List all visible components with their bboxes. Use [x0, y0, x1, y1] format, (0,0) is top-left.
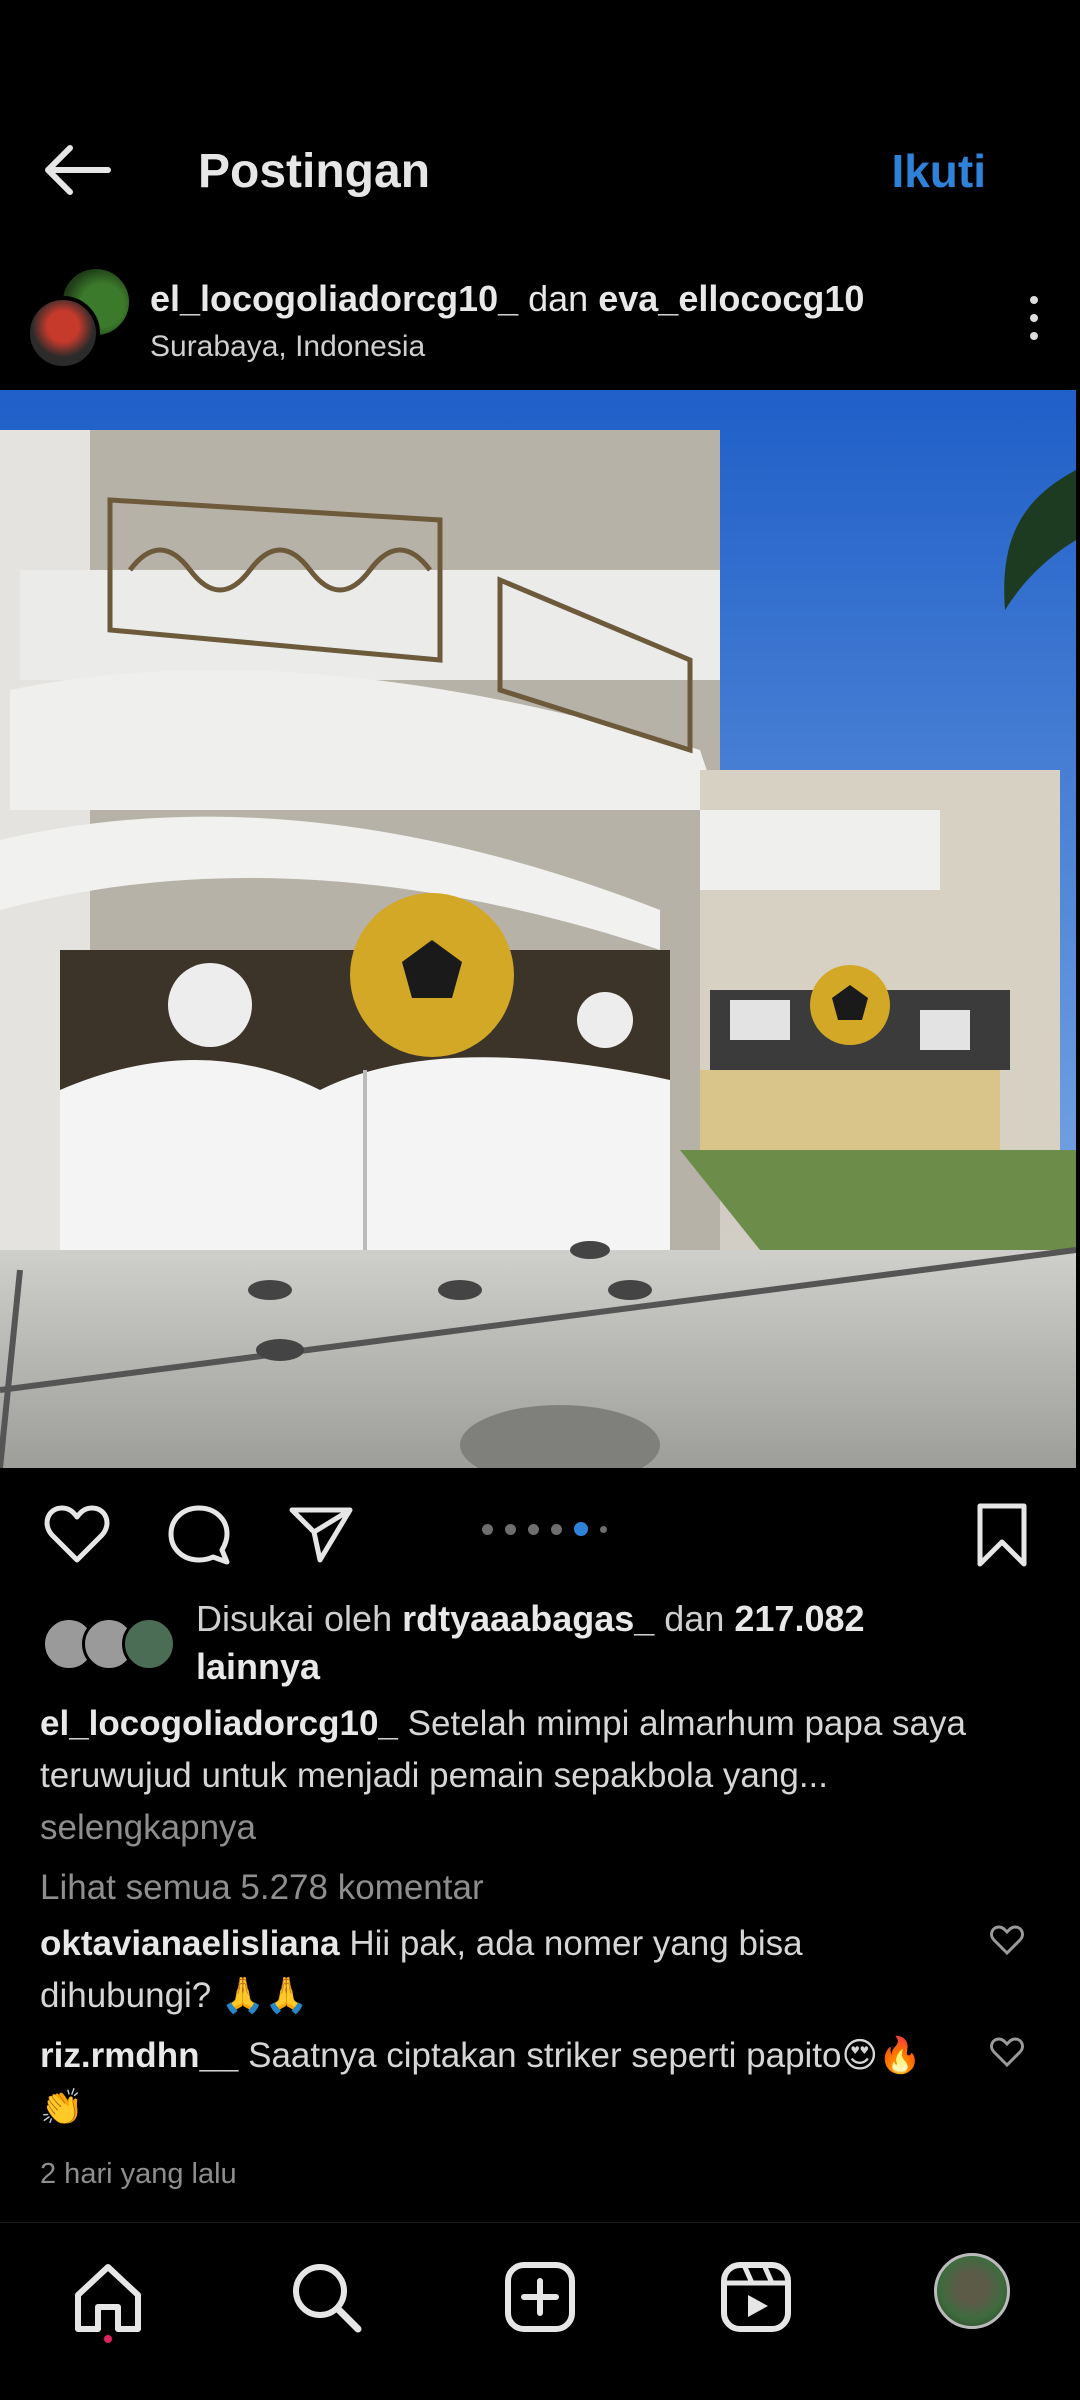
author-username[interactable]: el_locogoliadorcg10_: [150, 278, 518, 319]
share-icon[interactable]: [288, 1504, 354, 1564]
author-names: el_locogoliadorcg10_ dan eva_ellococg10: [150, 278, 864, 320]
liker-username[interactable]: rdtyaaabagas_: [402, 1598, 654, 1639]
likes-count[interactable]: 217.082: [734, 1598, 864, 1639]
carousel-dot: [528, 1523, 539, 1535]
comment-like-icon[interactable]: [990, 1925, 1024, 1955]
post-caption: el_locogoliadorcg10_ Setelah mimpi almar…: [40, 1698, 1020, 1854]
comment-icon[interactable]: [166, 1502, 232, 1566]
carousel-dot: [505, 1523, 516, 1535]
author-avatars[interactable]: [26, 266, 136, 376]
post-author-row: el_locogoliadorcg10_ dan eva_ellococg10 …: [0, 260, 1080, 380]
carousel-dot: [551, 1523, 562, 1535]
home-icon[interactable]: [68, 2257, 148, 2337]
comment-item: riz.rmdhn__ Saatnya ciptakan striker sep…: [40, 2030, 960, 2134]
post-photo[interactable]: [0, 390, 1076, 1468]
carousel-dot-active: [574, 1522, 588, 1536]
bottom-navigation: [0, 2222, 1080, 2400]
add-post-icon[interactable]: [500, 2257, 580, 2337]
liked-by-text: Disukai oleh rdtyaaabagas_ dan 217.082 l…: [196, 1598, 865, 1687]
notification-dot: [104, 2335, 112, 2343]
caption-username[interactable]: el_locogoliadorcg10_: [40, 1704, 398, 1743]
liker-avatars: [42, 1617, 182, 1677]
follow-button[interactable]: Ikuti: [891, 144, 986, 198]
comment-item: oktavianaelisliana Hii pak, ada nomer ya…: [40, 1918, 960, 2022]
house-photo: [0, 390, 1076, 1468]
page-title: Postingan: [198, 145, 431, 198]
comment-like-icon[interactable]: [990, 2037, 1024, 2067]
view-all-comments-link[interactable]: Lihat semua 5.278 komentar: [40, 1862, 1020, 1914]
comment-username[interactable]: oktavianaelisliana: [40, 1924, 340, 1963]
bookmark-icon[interactable]: [974, 1502, 1030, 1568]
post-actions: [0, 1490, 1080, 1580]
more-options-icon[interactable]: [1028, 296, 1040, 344]
search-icon[interactable]: [286, 2257, 366, 2337]
post-timestamp: 2 hari yang lalu: [40, 2158, 237, 2190]
top-bar: Postingan Ikuti: [0, 110, 1080, 230]
carousel-dot: [482, 1523, 493, 1535]
profile-avatar[interactable]: [934, 2253, 1010, 2329]
heart-icon[interactable]: [44, 1504, 110, 1564]
see-more-link[interactable]: selengkapnya: [40, 1808, 256, 1847]
comment-username[interactable]: riz.rmdhn__: [40, 2036, 238, 2075]
avatar: [122, 1617, 176, 1671]
post-location[interactable]: Surabaya, Indonesia: [150, 330, 425, 364]
carousel-dot: [600, 1525, 607, 1533]
likes-suffix[interactable]: lainnya: [196, 1646, 320, 1687]
coauthor-username[interactable]: eva_ellococg10: [598, 278, 864, 319]
arrow-left-icon[interactable]: [40, 140, 114, 200]
author-conjunction: dan: [528, 278, 589, 319]
reels-icon[interactable]: [716, 2257, 796, 2337]
carousel-indicator: [482, 1522, 607, 1536]
avatar: [26, 296, 100, 370]
